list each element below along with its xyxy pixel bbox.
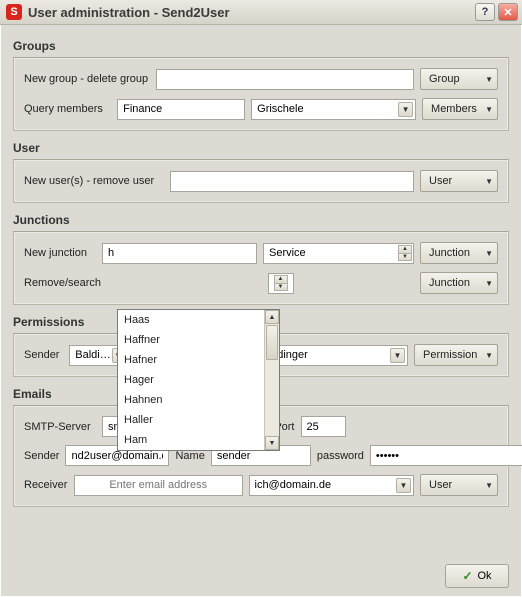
user-panel: New user(s) - remove user User ▼ [13,159,509,203]
scrollbar[interactable]: ▲ ▼ [264,310,279,450]
junction-button-1-label: Junction [429,247,470,259]
email-user-button-label: User [429,479,452,491]
port-input[interactable] [301,416,346,437]
chevron-down-icon: ▼ [485,481,493,490]
chevron-down-icon: ▼ [485,177,493,186]
receiver-combo[interactable]: ich@domain.de ▼ [249,475,415,496]
scroll-down-icon[interactable]: ▼ [265,436,279,450]
help-button[interactable]: ? [475,3,495,21]
junction-button-1[interactable]: Junction ▼ [420,242,498,264]
close-button[interactable]: ✕ [498,3,518,21]
list-item[interactable]: Hahnen [118,390,264,410]
password-input[interactable] [370,445,522,466]
remove-search-spinner[interactable]: ▲▼ [268,273,294,294]
junction-button-2-label: Junction [429,277,470,289]
name-label: Name [175,450,204,462]
list-item[interactable]: Ham [118,430,264,450]
list-item[interactable]: Haller [118,410,264,430]
chevron-down-icon: ▼ [396,478,411,493]
receiver-input[interactable] [74,475,243,496]
sender-email-label: Sender [24,450,59,462]
chevron-down-icon: ▼ [390,348,405,363]
email-user-button[interactable]: User ▼ [420,474,498,496]
user-button-label: User [429,175,452,187]
close-icon: ✕ [503,6,512,19]
chevron-down-icon: ▼ [398,102,413,117]
junction-autocomplete-list[interactable]: Haas Haffner Hafner Hager Hahnen Haller … [117,309,280,451]
new-junction-input[interactable] [102,243,257,264]
new-junction-label: New junction [24,247,96,259]
group-button[interactable]: Group ▼ [420,68,498,90]
query-members-input[interactable] [117,99,245,120]
scroll-thumb[interactable] [266,325,278,360]
service-spinner[interactable]: Service ▲▼ [263,243,414,264]
scroll-up-icon[interactable]: ▲ [265,310,279,324]
ok-button[interactable]: ✓ Ok [445,564,509,588]
section-groups-label: Groups [13,39,509,53]
permission-button-label: Permission [423,349,477,361]
query-members-label: Query members [24,103,111,115]
chevron-down-icon: ▼ [485,249,493,258]
receiver-label: Receiver [24,479,68,491]
member-select-value: Grischele [257,103,303,115]
junction-button-2[interactable]: Junction ▼ [420,272,498,294]
sender-perm-combo-value: Baldinger [75,349,112,361]
check-icon: ✓ [462,569,472,583]
member-select[interactable]: Grischele ▼ [251,99,416,120]
receiver-combo-value: ich@domain.de [255,479,332,491]
password-label: password [317,450,364,462]
new-user-input[interactable] [170,171,414,192]
chevron-down-icon: ▼ [485,75,493,84]
window-title: User administration - Send2User [28,5,230,20]
new-group-label: New group - delete group [24,73,150,85]
service-spinner-value: Service [269,247,398,259]
members-button-label: Members [431,103,477,115]
sender-perm-label: Sender [24,349,63,361]
list-item[interactable]: Hafner [118,350,264,370]
list-item[interactable]: Haas [118,310,264,330]
smtp-label: SMTP-Server [24,421,96,433]
members-button[interactable]: Members ▼ [422,98,498,120]
remove-search-label: Remove/search [24,277,96,289]
list-item[interactable]: Hager [118,370,264,390]
ok-button-label: Ok [478,570,492,582]
titlebar: S User administration - Send2User ? ✕ [0,0,522,25]
list-item[interactable]: Haffner [118,330,264,350]
window-body: Groups New group - delete group Group ▼ … [0,25,522,597]
groups-panel: New group - delete group Group ▼ Query m… [13,57,509,131]
section-user-label: User [13,141,509,155]
new-group-input[interactable] [156,69,414,90]
chevron-down-icon: ▼ [485,351,493,360]
chevron-down-icon: ▼ [485,105,493,114]
chevron-down-icon: ▼ [485,279,493,288]
permission-button[interactable]: Permission ▼ [414,344,498,366]
section-junctions-label: Junctions [13,213,509,227]
new-user-label: New user(s) - remove user [24,175,164,187]
user-button[interactable]: User ▼ [420,170,498,192]
junctions-panel: New junction Service ▲▼ Junction ▼ Remov… [13,231,509,305]
app-icon: S [6,4,22,20]
group-button-label: Group [429,73,460,85]
